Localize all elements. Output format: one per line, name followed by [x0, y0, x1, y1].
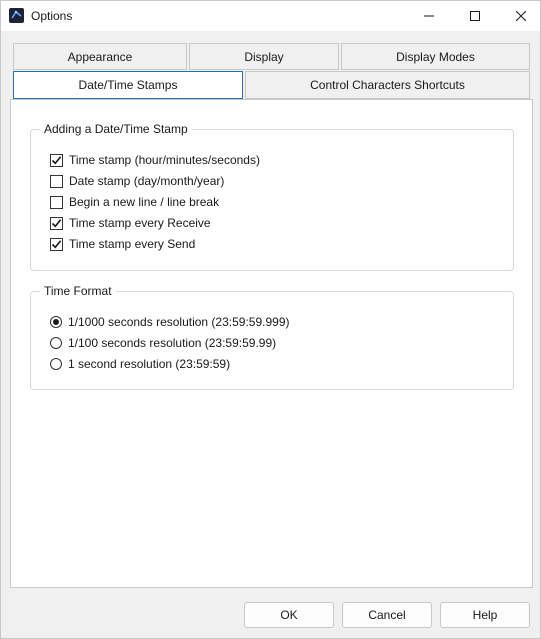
date-stamp-option[interactable]: Date stamp (day/month/year)	[50, 174, 224, 188]
tab-display-modes[interactable]: Display Modes	[341, 43, 530, 70]
cancel-button[interactable]: Cancel	[342, 602, 432, 628]
new-line-label: Begin a new line / line break	[69, 195, 220, 209]
minimize-button[interactable]	[406, 1, 452, 31]
title-bar: Options	[1, 1, 540, 31]
window-title: Options	[31, 9, 73, 23]
tab-appearance[interactable]: Appearance	[13, 43, 187, 70]
check-icon	[51, 218, 62, 227]
time-stamp-receive-checkbox[interactable]	[50, 216, 63, 230]
resolution-1000-radio[interactable]	[50, 316, 62, 328]
time-stamp-option[interactable]: Time stamp (hour/minutes/seconds)	[50, 153, 260, 167]
help-button[interactable]: Help	[440, 602, 530, 628]
close-icon	[516, 11, 526, 21]
check-icon	[51, 155, 62, 164]
time-stamp-label: Time stamp (hour/minutes/seconds)	[69, 153, 260, 167]
date-time-stamp-group-title: Adding a Date/Time Stamp	[40, 122, 192, 136]
minimize-icon	[424, 15, 434, 17]
resolution-100-option[interactable]: 1/100 seconds resolution (23:59:59.99)	[50, 336, 276, 350]
maximize-icon	[470, 11, 480, 21]
date-stamp-checkbox[interactable]	[50, 174, 63, 188]
date-stamp-label: Date stamp (day/month/year)	[69, 174, 225, 188]
app-icon	[9, 8, 24, 23]
time-stamp-send-checkbox[interactable]	[50, 237, 63, 251]
check-icon	[51, 239, 62, 248]
resolution-1-option[interactable]: 1 second resolution (23:59:59)	[50, 357, 230, 371]
time-format-group-title: Time Format	[40, 284, 116, 298]
time-stamp-receive-label: Time stamp every Receive	[69, 216, 211, 230]
resolution-100-label: 1/100 seconds resolution (23:59:59.99)	[68, 336, 277, 350]
resolution-1000-option[interactable]: 1/1000 seconds resolution (23:59:59.999)	[50, 315, 290, 329]
resolution-1-label: 1 second resolution (23:59:59)	[68, 357, 231, 371]
radio-selected-dot	[53, 319, 59, 325]
time-stamp-send-label: Time stamp every Send	[69, 237, 196, 251]
close-button[interactable]	[498, 1, 541, 31]
ok-button[interactable]: OK	[244, 602, 334, 628]
resolution-100-radio[interactable]	[50, 337, 62, 349]
time-stamp-checkbox[interactable]	[50, 153, 63, 167]
options-dialog: Options Appearance Display Display Modes…	[0, 0, 541, 639]
time-stamp-send-option[interactable]: Time stamp every Send	[50, 237, 195, 251]
tab-date-time-stamps[interactable]: Date/Time Stamps	[13, 71, 243, 99]
resolution-1000-label: 1/1000 seconds resolution (23:59:59.999)	[68, 315, 290, 329]
tab-display[interactable]: Display	[189, 43, 339, 70]
tab-control-characters-shortcuts[interactable]: Control Characters Shortcuts	[245, 71, 530, 99]
new-line-option[interactable]: Begin a new line / line break	[50, 195, 219, 209]
new-line-checkbox[interactable]	[50, 195, 63, 209]
resolution-1-radio[interactable]	[50, 358, 62, 370]
maximize-button[interactable]	[452, 1, 498, 31]
time-stamp-receive-option[interactable]: Time stamp every Receive	[50, 216, 211, 230]
